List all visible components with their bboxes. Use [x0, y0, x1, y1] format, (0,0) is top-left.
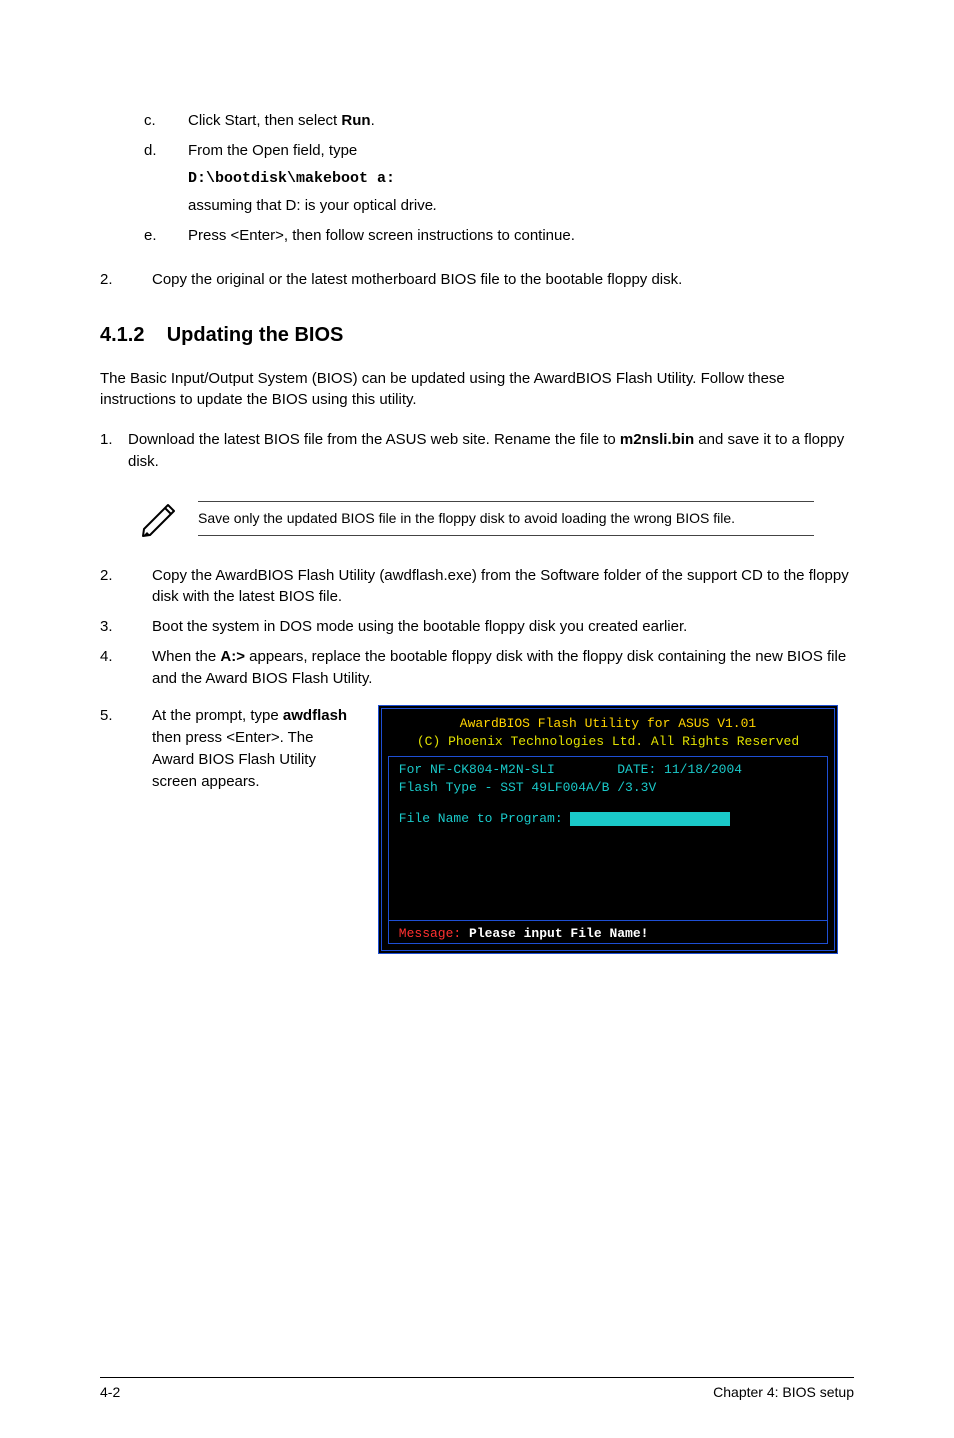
section-heading: 4.1.2 Updating the BIOS — [100, 321, 854, 350]
text: then press <Enter>. The Award BIOS Flash… — [152, 729, 316, 790]
page-footer: 4-2 Chapter 4: BIOS setup — [100, 1377, 854, 1402]
step-1: 1. Download the latest BIOS file from th… — [100, 429, 854, 473]
terminal-subtitle: (C) Phoenix Technologies Ltd. All Rights… — [388, 733, 828, 751]
text: appears, replace the bootable floppy dis… — [152, 648, 846, 687]
terminal-flash-line: Flash Type - SST 49LF004A/B /3.3V — [391, 779, 825, 797]
substep-c-label: c. — [144, 110, 188, 132]
terminal-message: Message: Please input File Name! — [388, 921, 828, 944]
post-step-3-label: 3. — [100, 616, 152, 638]
substep-d-label: d. — [144, 140, 188, 217]
post-step-4-text: When the A:> appears, replace the bootab… — [152, 646, 854, 690]
post-step-3-text: Boot the system in DOS mode using the bo… — [152, 616, 854, 638]
post-step-2: 2. Copy the AwardBIOS Flash Utility (awd… — [100, 565, 854, 609]
filename-bold: m2nsli.bin — [620, 431, 694, 448]
terminal-title: AwardBIOS Flash Utility for ASUS V1.01 — [388, 715, 828, 733]
terminal-for-line: For NF-CK804-M2N-SLI DATE: 11/18/2004 — [391, 761, 825, 779]
text: When the — [152, 648, 220, 665]
text: From the Open field, type — [188, 140, 854, 162]
step-2: 2. Copy the original or the latest mothe… — [100, 269, 854, 291]
substep-c-text: Click Start, then select Run. — [188, 110, 854, 132]
text: . — [433, 197, 437, 214]
terminal-screenshot: AwardBIOS Flash Utility for ASUS V1.01 (… — [378, 705, 838, 953]
page-number: 4-2 — [100, 1382, 120, 1402]
text: Message: — [391, 926, 461, 941]
substep-e-label: e. — [144, 225, 188, 247]
post-step-4: 4. When the A:> appears, replace the boo… — [100, 646, 854, 690]
section-number: 4.1.2 — [100, 324, 144, 346]
step-1-label: 1. — [100, 429, 128, 473]
text: assuming that D: is your optical drive. — [188, 195, 854, 217]
post-step-2-text: Copy the AwardBIOS Flash Utility (awdfla… — [152, 565, 854, 609]
substep-d: d. From the Open field, type D:\bootdisk… — [144, 140, 854, 217]
substep-e-text: Press <Enter>, then follow screen instru… — [188, 225, 854, 247]
text: Download the latest BIOS file from the A… — [128, 431, 620, 448]
post-step-5-text: At the prompt, type awdflash then press … — [152, 705, 350, 945]
text: . — [371, 112, 375, 129]
text: File Name to Program: — [391, 811, 563, 826]
step-2-label: 2. — [100, 269, 152, 291]
post-step-3: 3. Boot the system in DOS mode using the… — [100, 616, 854, 638]
note-pencil-icon — [140, 499, 180, 539]
text: Please input File Name! — [461, 926, 648, 941]
note-block: Save only the updated BIOS file in the f… — [140, 499, 854, 539]
substep-c: c. Click Start, then select Run. — [144, 110, 854, 132]
post-step-2-label: 2. — [100, 565, 152, 609]
text: assuming that D: is your optical drive — [188, 197, 433, 214]
text: DATE: 11/18/2004 — [617, 762, 742, 777]
step-1-text: Download the latest BIOS file from the A… — [128, 429, 854, 473]
step-2-text: Copy the original or the latest motherbo… — [152, 269, 854, 291]
run-bold: Run — [341, 112, 370, 129]
note-text: Save only the updated BIOS file in the f… — [198, 501, 814, 535]
text: At the prompt, type — [152, 707, 283, 724]
command-bold: awdflash — [283, 707, 347, 724]
post-step-5-label: 5. — [100, 705, 152, 945]
terminal-file-prompt: File Name to Program: — [391, 810, 825, 828]
paragraph: The Basic Input/Output System (BIOS) can… — [100, 368, 854, 412]
post-step-4-label: 4. — [100, 646, 152, 690]
section-title: Updating the BIOS — [167, 324, 344, 346]
step-5-row: 5. At the prompt, type awdflash then pre… — [100, 705, 854, 953]
substep-d-content: From the Open field, type D:\bootdisk\ma… — [188, 140, 854, 217]
chapter-label: Chapter 4: BIOS setup — [713, 1382, 854, 1402]
terminal-cursor-block — [570, 812, 730, 826]
text: For NF-CK804-M2N-SLI — [391, 762, 555, 777]
code-text: D:\bootdisk\makeboot a: — [188, 168, 854, 190]
prompt-bold: A:> — [220, 648, 245, 665]
post-step-5: 5. At the prompt, type awdflash then pre… — [100, 705, 350, 945]
text: Click Start, then select — [188, 112, 341, 129]
substep-e: e. Press <Enter>, then follow screen ins… — [144, 225, 854, 247]
